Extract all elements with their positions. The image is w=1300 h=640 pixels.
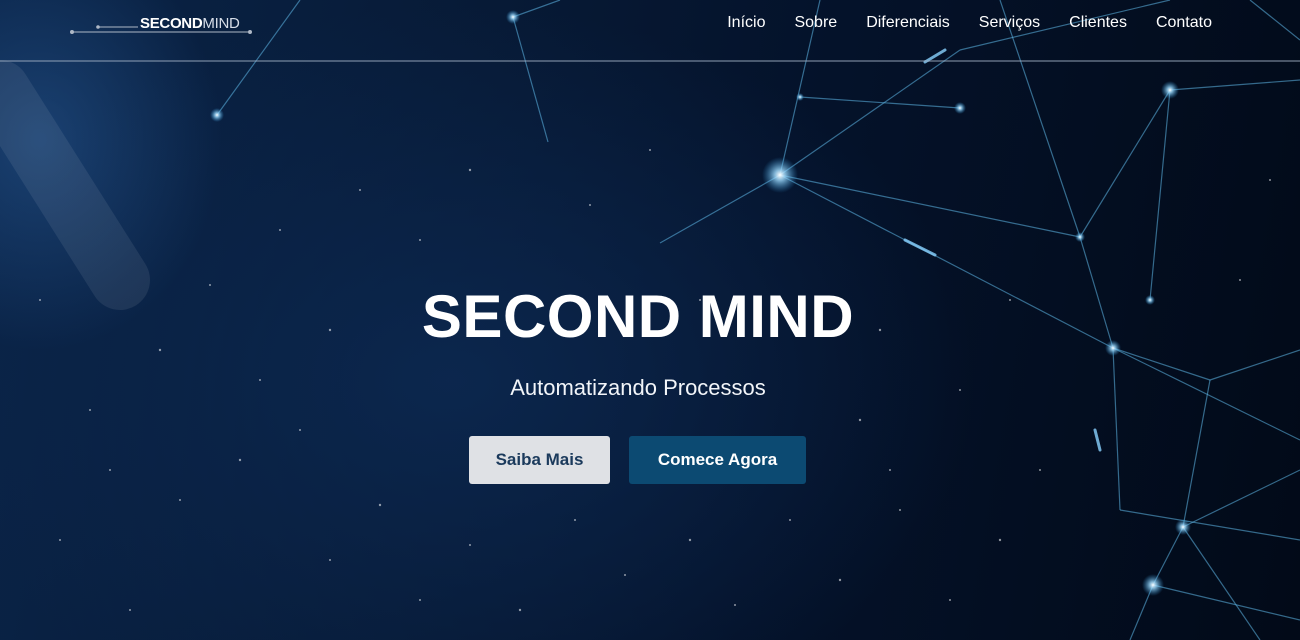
logo-bold-text: SECOND bbox=[140, 15, 203, 32]
nav-item-servicos[interactable]: Serviços bbox=[979, 14, 1040, 32]
nav-item-diferenciais[interactable]: Diferenciais bbox=[866, 14, 950, 32]
logo-light-text: MIND bbox=[202, 15, 240, 32]
brand-logo-text: SECONDMIND bbox=[140, 15, 240, 32]
nav-item-contato[interactable]: Contato bbox=[1156, 14, 1212, 32]
comece-agora-button[interactable]: Comece Agora bbox=[629, 436, 806, 484]
hero-buttons: Saiba Mais Comece Agora bbox=[469, 436, 806, 484]
nav-item-inicio[interactable]: Início bbox=[727, 14, 765, 32]
hero-title: SECOND MIND bbox=[421, 283, 855, 350]
nav-item-clientes[interactable]: Clientes bbox=[1069, 14, 1127, 32]
hero-section: SECONDMIND Início Sobre Diferenciais Ser… bbox=[0, 0, 1300, 640]
nav-item-sobre[interactable]: Sobre bbox=[794, 14, 837, 32]
hero-subtitle: Automatizando Processos bbox=[510, 375, 766, 400]
saiba-mais-button[interactable]: Saiba Mais bbox=[469, 436, 610, 484]
brand-logo[interactable]: SECONDMIND bbox=[68, 10, 258, 38]
navbar: SECONDMIND Início Sobre Diferenciais Ser… bbox=[0, 0, 1300, 62]
main-nav: Início Sobre Diferenciais Serviços Clien… bbox=[727, 14, 1212, 32]
